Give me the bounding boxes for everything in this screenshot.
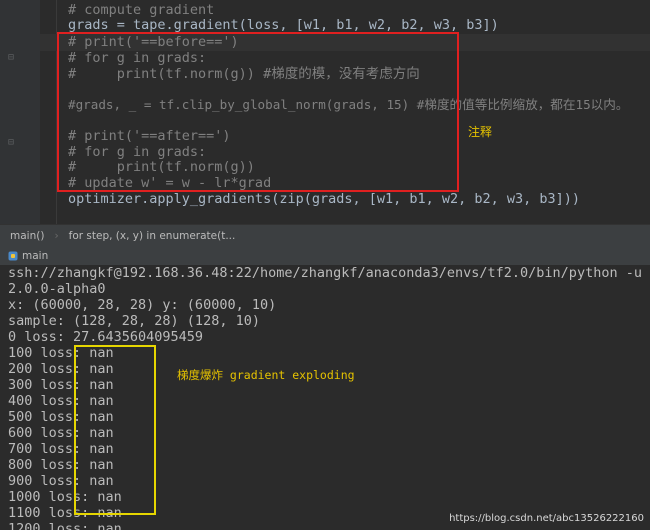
python-run-icon <box>8 251 18 261</box>
breadcrumb-item-loop[interactable]: for step, (x, y) in enumerate(t... <box>59 230 246 242</box>
red-highlight-box <box>57 32 459 192</box>
annotation-comment-label: 注释 <box>468 125 493 139</box>
fold-marker-icon[interactable]: ⊟ <box>8 52 14 63</box>
run-tab-label: main <box>22 250 49 262</box>
run-tab-main[interactable]: main <box>0 250 56 262</box>
console-line: 1200 loss: nan <box>8 521 122 530</box>
yellow-highlight-box <box>74 345 156 515</box>
breadcrumb-item-main[interactable]: main() <box>0 230 54 242</box>
code-line[interactable]: optimizer.apply_gradients(zip(grads, [w1… <box>68 191 580 208</box>
console-line: 2.0.0-alpha0 <box>8 281 106 297</box>
console-line: 0 loss: 27.6435604095459 <box>8 329 204 345</box>
watermark: https://blog.csdn.net/abc13526222160 <box>449 513 644 524</box>
breadcrumb: main() › for step, (x, y) in enumerate(t… <box>0 224 650 248</box>
code-editor[interactable]: ⊟ ⊟ # compute gradient grads = tape.grad… <box>0 0 650 224</box>
run-tool-window-header: main <box>0 247 650 265</box>
fold-marker-icon[interactable]: ⊟ <box>8 137 14 148</box>
console-line: x: (60000, 28, 28) y: (60000, 10) <box>8 297 277 313</box>
editor-gutter[interactable]: ⊟ ⊟ <box>0 0 40 224</box>
run-console-output[interactable]: ssh://zhangkf@192.168.36.48:22/home/zhan… <box>0 265 650 530</box>
console-line: sample: (128, 28, 28) (128, 10) <box>8 313 260 329</box>
annotation-gradient-exploding: 梯度爆炸 gradient exploding <box>177 368 355 382</box>
console-line: ssh://zhangkf@192.168.36.48:22/home/zhan… <box>8 265 650 281</box>
